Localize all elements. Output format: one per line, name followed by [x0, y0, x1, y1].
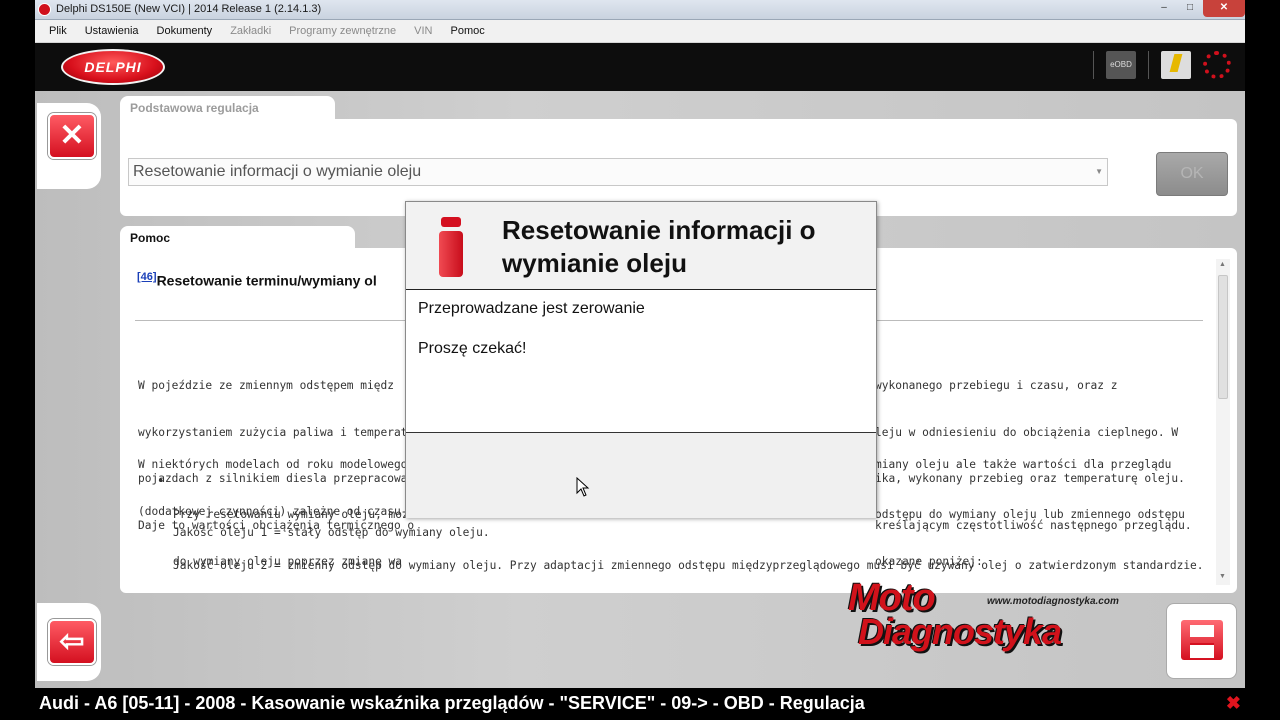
scroll-up-icon[interactable]: ▲ [1219, 261, 1226, 268]
window-controls: – □ ✕ [1151, 0, 1245, 19]
delphi-logo: DELPHI [61, 49, 165, 85]
text-line: W pojeździe ze zmiennym odstępem międz [138, 379, 394, 392]
bullet-icon: • [157, 474, 165, 488]
dialog-title: Resetowanie informacji o wymianie oleju [502, 215, 816, 278]
regulation-select-value: Resetowanie informacji o wymianie oleju [133, 163, 422, 180]
menu-bar: Plik Ustawienia Dokumenty Zakładki Progr… [35, 20, 1245, 43]
settings-gear-icon[interactable] [1203, 51, 1231, 79]
menu-dokumenty[interactable]: Dokumenty [157, 25, 213, 37]
tools-icon: ✕ [59, 119, 85, 152]
chevron-down-icon: ▼ [1095, 167, 1103, 176]
header-divider [1093, 51, 1094, 79]
vehicle-status-text: Audi - A6 [05-11] - 2008 - Kasowanie wsk… [39, 693, 865, 713]
tools-button[interactable]: ✕ [48, 113, 96, 159]
ok-button[interactable]: OK [1156, 152, 1228, 196]
window-title: Delphi DS150E (New VCI) | 2014 Release 1… [56, 3, 322, 15]
back-button[interactable]: ⇦ [48, 619, 96, 665]
delphi-app-icon [38, 3, 51, 16]
text-line: miany oleju ale także wartości dla przeg… [875, 458, 1172, 471]
help-scrollbar[interactable]: ▲ ▼ [1216, 259, 1230, 585]
vci-connection-icon[interactable] [1161, 51, 1191, 79]
help-reference-link[interactable]: [46] [137, 271, 157, 283]
header-icons: eOBD [1093, 51, 1231, 79]
motodiagnostyka-logo: Moto Diagnostyka [848, 577, 1138, 659]
text-line: Przy resetowaniu wymiany oleju, moz [173, 508, 409, 521]
back-arrow-icon: ⇦ [59, 625, 85, 658]
dialog-message-2: Proszę czekać! [418, 340, 527, 357]
dialog-footer [406, 432, 876, 518]
info-icon [439, 217, 463, 277]
status-bar: Audi - A6 [05-11] - 2008 - Kasowanie wsk… [35, 688, 1245, 720]
menu-ustawienia[interactable]: Ustawienia [85, 25, 139, 37]
help-heading-text: Resetowanie terminu/wymiany ol [156, 272, 377, 289]
minimize-button[interactable]: – [1151, 0, 1177, 17]
scrollbar-thumb[interactable] [1218, 275, 1228, 399]
scroll-down-icon[interactable]: ▼ [1219, 573, 1226, 580]
print-button[interactable] [1166, 603, 1237, 679]
progress-dialog: Resetowanie informacji o wymianie oleju … [405, 201, 877, 518]
dialog-body: Przeprowadzane jest zerowanie Proszę cze… [418, 300, 645, 358]
menu-vin[interactable]: VIN [414, 25, 432, 37]
close-button[interactable]: ✕ [1203, 0, 1245, 17]
text-line: wykonanego przebiegu i czasu, oraz z [875, 379, 1118, 392]
app-header: DELPHI eOBD [35, 43, 1245, 91]
info-icon-dot [441, 217, 461, 227]
info-icon-bar [439, 231, 463, 277]
menu-plik[interactable]: Plik [49, 25, 67, 37]
menu-programy-zewnetrzne[interactable]: Programy zewnętrzne [289, 25, 396, 37]
maximize-button[interactable]: □ [1177, 0, 1203, 17]
dialog-header: Resetowanie informacji o wymianie oleju [406, 202, 876, 290]
dialog-message-1: Przeprowadzane jest zerowanie [418, 300, 645, 317]
logo-text: DELPHI [84, 59, 142, 75]
help-heading: [46]Resetowanie terminu/wymiany ol [137, 271, 377, 289]
menu-zakladki[interactable]: Zakładki [230, 25, 271, 37]
text-line: odstępu do wymiany oleju lub zmiennego o… [875, 508, 1185, 521]
printer-icon [1181, 620, 1223, 660]
menu-pomoc[interactable]: Pomoc [451, 25, 485, 37]
logo-line-2: Diagnostyka [858, 611, 1062, 652]
eobd-icon[interactable]: eOBD [1106, 51, 1136, 79]
window-titlebar: Delphi DS150E (New VCI) | 2014 Release 1… [35, 0, 1245, 20]
text-line: W niektórych modelach od roku modelowego [138, 458, 408, 471]
close-session-icon[interactable]: ✖ [1226, 693, 1241, 714]
header-divider [1148, 51, 1149, 79]
regulation-select[interactable]: Resetowanie informacji o wymianie oleju … [128, 158, 1108, 186]
quality-2-line: Jakość oleju 2 = zmienny odstęp do wymia… [173, 559, 1204, 572]
watermark-url: www.motodiagnostyka.com [987, 596, 1119, 607]
quality-1-line: Jakość oleju 1 = stały odstęp do wymiany… [173, 526, 490, 539]
